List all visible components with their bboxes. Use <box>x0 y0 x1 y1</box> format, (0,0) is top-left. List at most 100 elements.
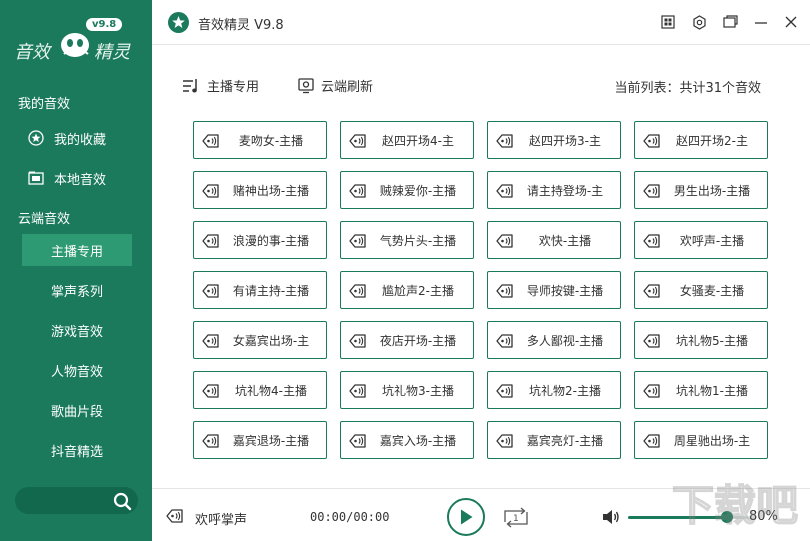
sound-button-label: 赵四开场4-主 <box>382 134 454 148</box>
sidebar-item-game[interactable]: 游戏音效 <box>22 314 132 346</box>
sound-button[interactable]: 欢快-主播 <box>487 221 621 259</box>
sound-button-label: 气势片头-主播 <box>379 234 457 248</box>
svg-text:1: 1 <box>513 514 519 524</box>
sound-button[interactable]: 麦吻女-主播 <box>193 121 327 159</box>
now-playing-tag-icon <box>166 509 183 523</box>
minimize-icon[interactable] <box>753 14 769 30</box>
logo-text-left: 音效 <box>14 42 50 63</box>
sound-button-label: 赵四开场2-主 <box>676 134 748 148</box>
mini-mode-icon[interactable] <box>722 14 738 30</box>
sound-button-label: 嘉宾亮灯-主播 <box>526 434 604 448</box>
sound-button[interactable]: 贼辣爱你-主播 <box>340 171 474 209</box>
sound-tag-icon <box>349 384 366 398</box>
sound-tag-icon <box>202 184 219 198</box>
sidebar-item-favorites[interactable]: 我的收藏 <box>22 122 132 154</box>
sound-button[interactable]: 嘉宾亮灯-主播 <box>487 421 621 459</box>
play-icon <box>461 509 473 525</box>
sound-button[interactable]: 坑礼物5-主播 <box>634 321 768 359</box>
section-title-mine: 我的音效 <box>18 97 71 112</box>
volume-icon[interactable] <box>602 509 620 525</box>
site-watermark: 下载吧 <box>672 480 799 531</box>
host-list-button[interactable]: 主播专用 <box>182 76 259 95</box>
cloud-refresh-button[interactable]: 云端刷新 <box>298 76 373 95</box>
close-icon[interactable] <box>783 14 799 30</box>
sound-button-label: 多人鄙视-主播 <box>526 334 604 348</box>
sidebar-item-character[interactable]: 人物音效 <box>22 354 132 386</box>
sound-tag-icon <box>496 334 513 348</box>
sound-button[interactable]: 气势片头-主播 <box>340 221 474 259</box>
sound-button-label: 嘉宾退场-主播 <box>232 434 310 448</box>
sound-button-label: 有请主持-主播 <box>232 284 310 298</box>
sound-button[interactable]: 坑礼物3-主播 <box>340 371 474 409</box>
sound-button[interactable]: 有请主持-主播 <box>193 271 327 309</box>
playlist-icon <box>183 78 197 92</box>
app-logo: 音效 v9.8 精灵 <box>14 16 138 64</box>
sidebar-item-song-clips[interactable]: 歌曲片段 <box>22 394 132 426</box>
sound-button[interactable]: 赵四开场4-主 <box>340 121 474 159</box>
sound-button-label: 赌神出场-主播 <box>232 184 310 198</box>
sound-tag-icon <box>349 134 366 148</box>
sound-tag-icon <box>643 434 660 448</box>
sound-button[interactable]: 赵四开场3-主 <box>487 121 621 159</box>
sound-button[interactable]: 女骚麦-主播 <box>634 271 768 309</box>
sound-button[interactable]: 男生出场-主播 <box>634 171 768 209</box>
sound-button[interactable]: 赵四开场2-主 <box>634 121 768 159</box>
sound-tag-icon <box>202 384 219 398</box>
sound-tag-icon <box>202 284 219 298</box>
sound-button-label: 赵四开场3-主 <box>529 134 601 148</box>
grid-view-icon[interactable] <box>660 14 676 30</box>
logo-text-right: 精灵 <box>94 42 130 63</box>
sound-tag-icon <box>349 334 366 348</box>
sound-button[interactable]: 坑礼物1-主播 <box>634 371 768 409</box>
sound-button[interactable]: 嘉宾入场-主播 <box>340 421 474 459</box>
sound-tag-icon <box>349 234 366 248</box>
sound-button[interactable]: 导师按键-主播 <box>487 271 621 309</box>
sidebar-item-label: 本地音效 <box>54 172 107 188</box>
sound-grid: 麦吻女-主播 赵四开场4-主 赵四开场3-主 赵四开场2-主赌神出场-主播 贼辣爱你-主… <box>193 121 773 461</box>
settings-hexagon-icon[interactable] <box>691 14 707 30</box>
sound-button[interactable]: 嘉宾退场-主播 <box>193 421 327 459</box>
sound-tag-icon <box>202 434 219 448</box>
loop-once-icon[interactable]: 1 <box>502 506 530 528</box>
sound-button[interactable]: 尴尬声2-主播 <box>340 271 474 309</box>
sound-button-label: 坑礼物4-主播 <box>235 384 307 398</box>
play-button[interactable] <box>447 498 485 536</box>
sound-tag-icon <box>202 334 219 348</box>
sound-button[interactable]: 请主持登场-主 <box>487 171 621 209</box>
sound-button[interactable]: 坑礼物4-主播 <box>193 371 327 409</box>
watermark-text: 下载吧 <box>672 481 798 530</box>
toolbar: 主播专用 云端刷新 当前列表：共计31个音效 <box>152 46 810 116</box>
sound-button[interactable]: 夜店开场-主播 <box>340 321 474 359</box>
cloud-refresh-label: 云端刷新 <box>321 80 374 95</box>
sound-button-label: 欢呼声-主播 <box>679 234 745 248</box>
sound-button-label: 坑礼物2-主播 <box>529 384 601 398</box>
search-icon[interactable] <box>112 491 132 511</box>
sound-tag-icon <box>496 234 513 248</box>
sound-button-label: 请主持登场-主 <box>526 184 604 198</box>
sidebar-item-douyin[interactable]: 抖音精选 <box>22 434 132 466</box>
sound-button-label: 坑礼物5-主播 <box>676 334 748 348</box>
sound-button-label: 浪漫的事-主播 <box>232 234 310 248</box>
search-input[interactable] <box>25 491 105 510</box>
sidebar-item-host[interactable]: 主播专用 <box>22 234 132 266</box>
sound-tag-icon <box>643 184 660 198</box>
sound-button-label: 嘉宾入场-主播 <box>379 434 457 448</box>
sound-button[interactable]: 欢呼声-主播 <box>634 221 768 259</box>
sound-tag-icon <box>349 434 366 448</box>
sound-button[interactable]: 多人鄙视-主播 <box>487 321 621 359</box>
sound-button[interactable]: 赌神出场-主播 <box>193 171 327 209</box>
ghost-logo-icon <box>61 33 89 57</box>
sound-tag-icon <box>496 134 513 148</box>
sound-button-label: 坑礼物3-主播 <box>382 384 454 398</box>
sound-tag-icon <box>496 184 513 198</box>
sidebar-item-applause[interactable]: 掌声系列 <box>22 274 132 306</box>
sound-button[interactable]: 浪漫的事-主播 <box>193 221 327 259</box>
sound-button[interactable]: 坑礼物2-主播 <box>487 371 621 409</box>
sidebar-item-local[interactable]: 本地音效 <box>22 162 132 194</box>
sound-tag-icon <box>643 234 660 248</box>
sound-button[interactable]: 女嘉宾出场-主 <box>193 321 327 359</box>
title-bar: 音效精灵 V9.8 <box>152 0 810 45</box>
sound-tag-icon <box>496 434 513 448</box>
sound-button[interactable]: 周星驰出场-主 <box>634 421 768 459</box>
sound-button-label: 欢快-主播 <box>538 234 592 248</box>
